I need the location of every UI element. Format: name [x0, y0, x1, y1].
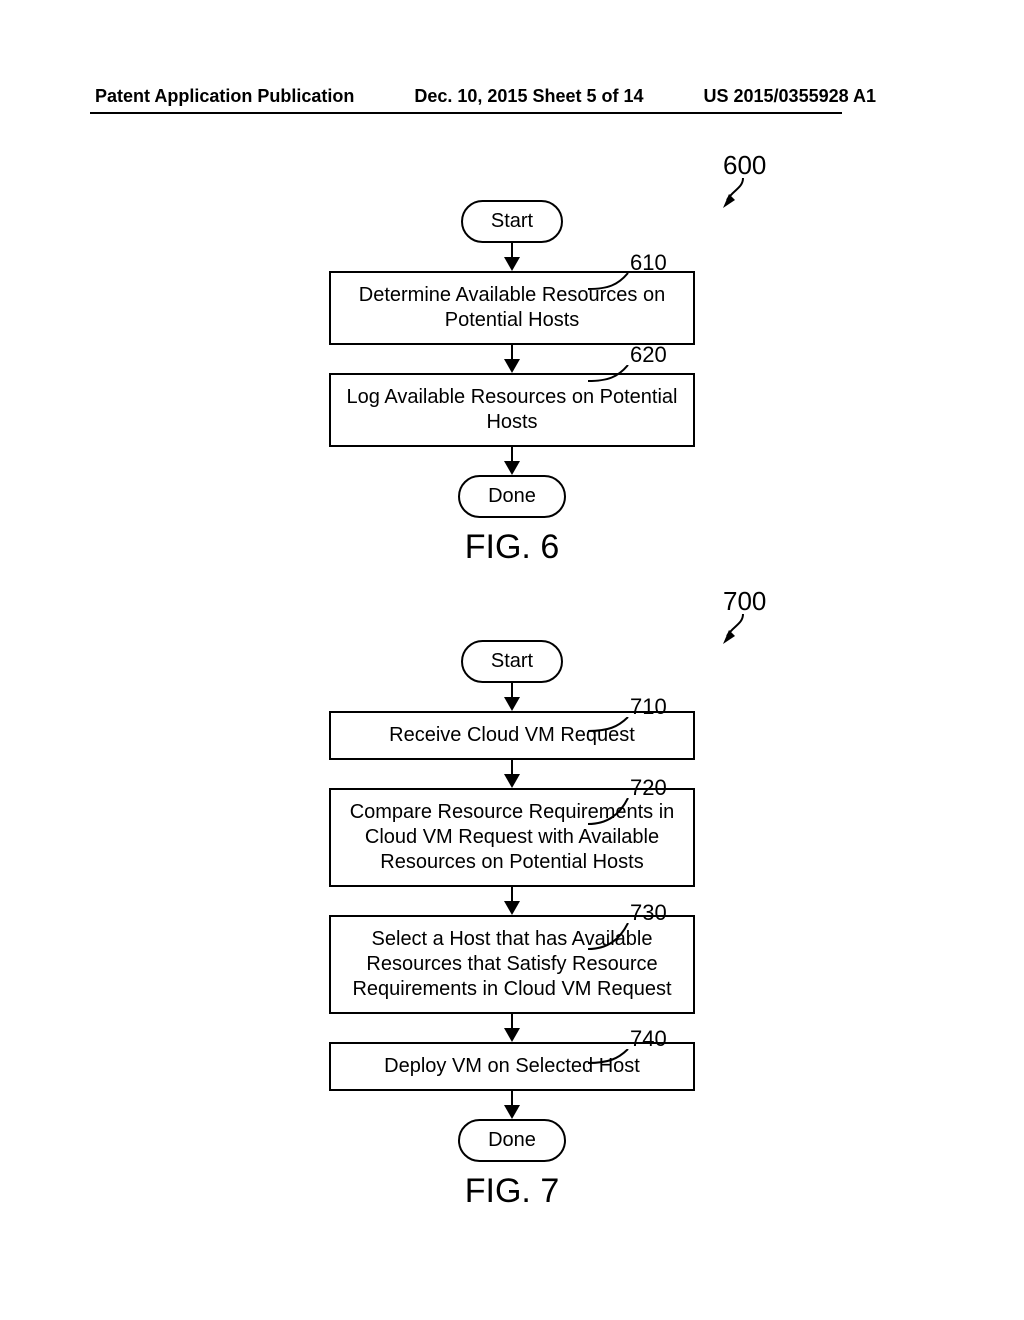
figure-6-caption: FIG. 6 [465, 528, 559, 567]
process-720: Compare Resource Requirements in Cloud V… [329, 788, 695, 887]
ref-710: 710 [630, 694, 667, 720]
figure-7-caption: FIG. 7 [465, 1172, 559, 1211]
header-pub: Patent Application Publication [95, 86, 354, 107]
flowchart-fig6: Start Determine Available Resources on P… [0, 140, 1024, 567]
ref-730: 730 [630, 900, 667, 926]
page-header: Patent Application Publication Dec. 10, … [0, 86, 1024, 107]
header-docnum: US 2015/0355928 A1 [704, 86, 876, 107]
process-730: Select a Host that has Available Resourc… [329, 915, 695, 1014]
terminal-done-7: Done [458, 1119, 566, 1162]
process-610: Determine Available Resources on Potenti… [329, 271, 695, 345]
terminal-start-6: Start [461, 200, 563, 243]
terminal-start-7: Start [461, 640, 563, 683]
terminal-done-6: Done [458, 475, 566, 518]
ref-740: 740 [630, 1026, 667, 1052]
ref-620: 620 [630, 342, 667, 368]
ref-610: 610 [630, 250, 667, 276]
process-620: Log Available Resources on Potential Hos… [329, 373, 695, 447]
header-date: Dec. 10, 2015 Sheet 5 of 14 [414, 86, 643, 107]
page: Patent Application Publication Dec. 10, … [0, 0, 1024, 1320]
header-rule [90, 112, 842, 114]
flowchart-fig7: Start Receive Cloud VM Request Compare R… [0, 580, 1024, 1211]
ref-720: 720 [630, 775, 667, 801]
